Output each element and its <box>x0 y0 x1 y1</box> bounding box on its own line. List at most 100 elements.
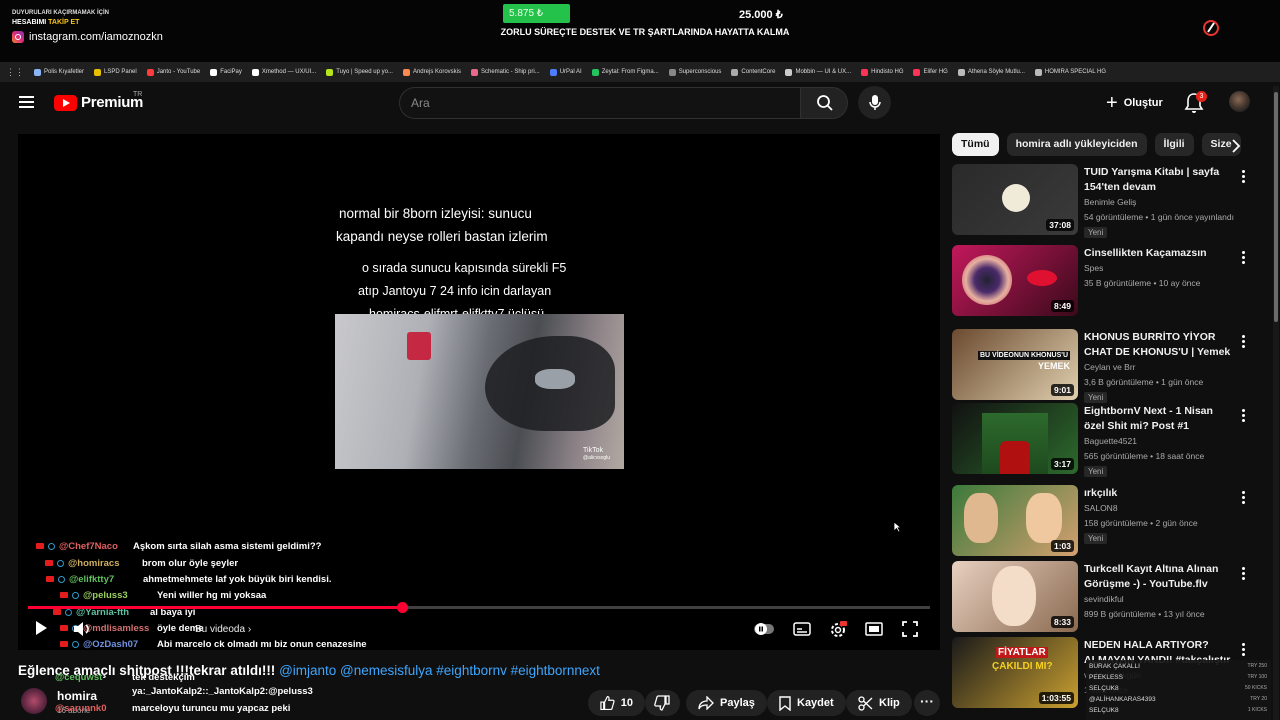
more-options-icon[interactable] <box>1242 409 1246 423</box>
menu-icon[interactable] <box>19 96 34 108</box>
bookmark-item[interactable]: Schematic - Ship pri... <box>471 68 540 76</box>
bookmark-item[interactable]: Superconscious <box>668 68 721 76</box>
bookmark-item[interactable]: Janto - YouTube <box>146 68 200 76</box>
more-options-icon[interactable] <box>1242 335 1246 349</box>
video-title[interactable]: KHONUS BURRİTO YİYOR CHAT DE KHONUS'U | … <box>1084 330 1234 360</box>
screen: DUYURULARI KAÇIRMAMAK İÇİN HESABIMI TAKİ… <box>0 0 1280 720</box>
video-thumbnail[interactable]: FİYATLAR ÇAKILDI MI? 1:03:55 <box>952 637 1078 708</box>
thumbnail-face <box>992 566 1036 626</box>
chapters-label: Bu videoda <box>195 624 246 635</box>
chip-1[interactable]: homira adlı yükleyiciden <box>1006 133 1147 156</box>
volume-icon[interactable] <box>72 621 92 637</box>
channel-name[interactable]: SALON8 <box>1084 503 1118 513</box>
more-options-icon[interactable] <box>1242 491 1246 505</box>
channel-name[interactable]: Ceylan ve Brr <box>1084 362 1136 372</box>
video-thumbnail[interactable]: 8:49 <box>952 245 1078 316</box>
video-tags[interactable]: @imjanto @nemesisfulya #eightbornv #eigh… <box>279 663 600 678</box>
channel-name[interactable]: Benimle Geliş <box>1084 197 1136 207</box>
more-options-icon[interactable] <box>1242 567 1246 581</box>
bookmark-item[interactable]: Mobbin — UI & UX... <box>785 68 852 76</box>
bookmark-item[interactable]: Zeytal: From Figma... <box>591 68 659 76</box>
bookmark-favicon-icon <box>251 68 259 76</box>
more-options-icon[interactable] <box>1242 251 1246 265</box>
seek-bar[interactable] <box>28 602 930 613</box>
channel-name[interactable]: sevindikful <box>1084 594 1124 604</box>
search-input[interactable]: Ara <box>399 87 801 119</box>
subtitles-icon[interactable] <box>793 621 811 637</box>
new-badge: Yeni <box>1084 392 1108 403</box>
bookmark-item[interactable]: Athena Söyle Mutlu... <box>957 68 1025 76</box>
video-thumbnail[interactable]: 1:03 <box>952 485 1078 556</box>
bookmark-item[interactable]: UrPal AI <box>549 68 582 76</box>
recommended-video[interactable]: 8:49 Cinsellikten Kaçamazsın Spes 35 B görü… <box>952 245 1252 317</box>
youtube-badge-icon <box>60 625 68 631</box>
more-options-icon[interactable] <box>1242 643 1246 657</box>
chip-0[interactable]: Tümü <box>952 133 999 156</box>
account-avatar[interactable] <box>1229 91 1250 112</box>
save-button[interactable]: Kaydet <box>767 690 846 716</box>
bookmark-item[interactable]: Elifer HG <box>913 68 948 76</box>
bookmark-favicon-icon <box>549 68 557 76</box>
video-title[interactable]: Turkcell Kayıt Altına Alınan Görüşme -) … <box>1084 562 1234 592</box>
bookmark-item[interactable]: HOMIRA SPECIAL HG <box>1034 68 1106 76</box>
recommended-video[interactable]: BU VİDEONUN KHONUS'U YEMEK 9:01 KHONUS BURR… <box>952 329 1252 403</box>
apps-icon[interactable]: ⋮⋮ <box>6 67 24 78</box>
voice-search-button[interactable] <box>858 86 891 119</box>
recommended-video[interactable]: 1:03 ırkçılık SALON8 158 görüntüleme • 2 gü… <box>952 485 1252 557</box>
video-duration: 9:01 <box>1050 384 1074 396</box>
bookmark-item[interactable]: Andrejs Korovskis <box>402 68 461 76</box>
bookmark-item[interactable]: Hindisto HG <box>861 68 903 76</box>
scissors-icon <box>858 695 873 711</box>
play-button[interactable] <box>36 621 47 635</box>
channel-name[interactable]: Baguette4521 <box>1084 436 1137 446</box>
more-options-icon[interactable] <box>1242 170 1246 184</box>
video-title[interactable]: TUID Yarışma Kitabı | sayfa 154'ten deva… <box>1084 165 1234 195</box>
bookmark-item[interactable]: Tuyo | Speed up yo... <box>326 68 393 76</box>
recommended-video[interactable]: 8:33 Turkcell Kayıt Altına Alınan Görüşme… <box>952 561 1252 633</box>
video-thumbnail[interactable]: 37:08 <box>952 164 1078 235</box>
bookmark-item[interactable]: Xmethod — UX/UI... <box>251 68 316 76</box>
channel-avatar[interactable] <box>21 688 47 714</box>
chevron-right-icon[interactable] <box>1228 138 1244 154</box>
chat-username: @Chef7Naco <box>59 540 118 552</box>
recommended-video[interactable]: 37:08 TUID Yarışma Kitabı | sayfa 154'ten… <box>952 164 1252 238</box>
video-thumbnail[interactable]: BU VİDEONUN KHONUS'U YEMEK 9:01 <box>952 329 1078 400</box>
chat-username: @sarunnk0 <box>55 703 107 714</box>
recommended-video[interactable]: 3:17 EightbornV Next - 1 Nisan özel Shit … <box>952 403 1252 477</box>
video-player[interactable]: normal bir 8born izleyisi: sunucu kapand… <box>18 134 940 650</box>
stream-box-line: @ALİHANKARAS4393 <box>1089 696 1156 703</box>
dislike-button[interactable] <box>645 690 680 716</box>
channel-name[interactable]: homira <box>57 689 97 703</box>
bookmark-favicon-icon <box>957 68 965 76</box>
microphone-icon <box>869 95 881 110</box>
autoplay-toggle-icon[interactable] <box>753 621 775 637</box>
create-button[interactable]: + Oluştur <box>1100 90 1169 116</box>
fullscreen-icon[interactable] <box>902 621 918 637</box>
bookmark-label: Mobbin — UI & UX... <box>795 69 852 75</box>
bookmark-item[interactable]: Polis Kıyafetler <box>34 68 84 76</box>
share-button[interactable]: Paylaş <box>686 690 767 716</box>
bookmark-item[interactable]: ContentCore <box>731 68 775 76</box>
bookmark-item[interactable]: LSPD Panel <box>94 68 137 76</box>
theater-mode-icon[interactable] <box>865 621 883 637</box>
scrollbar-thumb[interactable] <box>1274 92 1278 322</box>
more-actions-button[interactable]: ··· <box>914 690 940 716</box>
chat-text: Abi marcelo ck olmadı mı biz onun cenaze… <box>157 638 367 650</box>
chat-username: @elifktty7 <box>69 573 115 585</box>
seek-handle[interactable] <box>397 602 409 613</box>
channel-name[interactable]: Spes <box>1084 263 1103 273</box>
youtube-logo[interactable]: Premium <box>54 94 143 111</box>
bookmark-item[interactable]: FaciPay <box>210 68 242 76</box>
search-button[interactable] <box>800 87 848 119</box>
settings-gear-icon[interactable] <box>829 621 847 639</box>
video-title[interactable]: EightbornV Next - 1 Nisan özel Shit mi? … <box>1084 404 1234 434</box>
video-title[interactable]: ırkçılık <box>1084 486 1234 501</box>
chip-2[interactable]: İlgili <box>1154 133 1194 156</box>
video-title[interactable]: Cinsellikten Kaçamazsın <box>1084 246 1234 261</box>
thumbnail-emblem <box>1002 184 1030 212</box>
video-thumbnail[interactable]: 8:33 <box>952 561 1078 632</box>
clip-button[interactable]: Klip <box>846 690 912 716</box>
chapters-button[interactable]: Bu videoda › <box>195 624 251 635</box>
like-button[interactable]: 10 <box>588 690 645 716</box>
video-thumbnail[interactable]: 3:17 <box>952 403 1078 474</box>
